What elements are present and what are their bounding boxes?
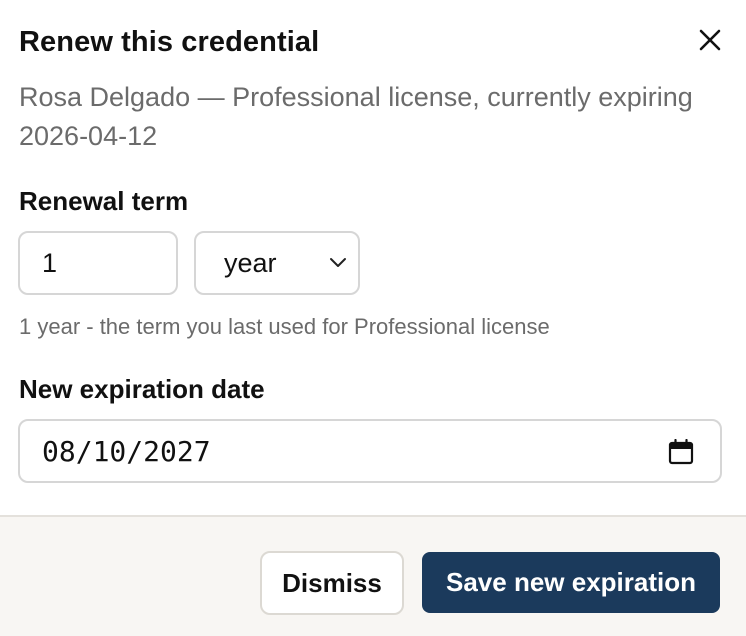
save-new-expiration-button[interactable]: Save new expiration [422, 552, 720, 613]
expiration-date-input[interactable]: 08/10/2027 [18, 419, 722, 483]
renewal-term-hint: 1 year - the term you last used for Prof… [19, 314, 550, 339]
calendar-icon[interactable] [668, 439, 694, 465]
dismiss-button[interactable]: Dismiss [260, 551, 404, 615]
renewal-term-unit-value: year [224, 247, 277, 278]
renewal-term-label: Renewal term [19, 186, 189, 216]
renewal-term-quantity-value: 1 [42, 247, 58, 278]
chevron-down-icon [330, 258, 346, 267]
dialog-subtitle: Rosa Delgado — Professional license, cur… [19, 82, 693, 151]
renew-credential-dialog: Renew this credential Rosa Delgado — Pro… [0, 0, 746, 636]
renewal-term-quantity-input[interactable]: 1 [18, 231, 178, 295]
dialog-footer: Dismiss Save new expiration [0, 515, 746, 636]
renewal-term-unit-select[interactable]: year [194, 231, 360, 295]
dialog-title: Renew this credential [19, 26, 320, 58]
close-icon [699, 29, 721, 51]
close-button[interactable] [690, 22, 730, 58]
expiration-date-value: 08/10/2027 [42, 434, 211, 468]
expiration-date-label: New expiration date [19, 374, 265, 404]
dialog-header: Renew this credential Rosa Delgado — Pro… [0, 0, 746, 160]
